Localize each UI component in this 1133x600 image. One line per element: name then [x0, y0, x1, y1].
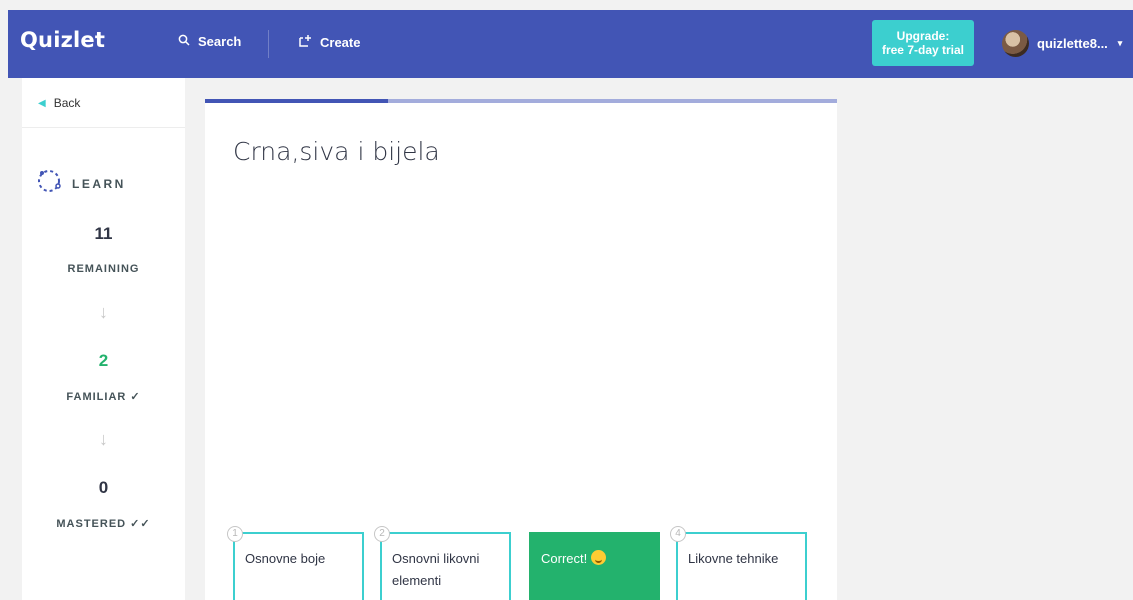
remaining-count: 11: [94, 224, 113, 243]
sidebar-divider: [22, 127, 185, 128]
nav-divider: [268, 30, 269, 58]
avatar: [1002, 30, 1029, 57]
option-text: Correct!: [541, 551, 588, 566]
top-navbar: Quizlet Search Create Upgrade: free 7-da…: [8, 10, 1133, 78]
familiar-count: 2: [98, 351, 109, 370]
create-label: Create: [320, 35, 361, 50]
option-text: Osnovni likovni elementi: [392, 551, 480, 588]
question-card: Crna,siva i bijela 1 Osnovne boje 2 Osno…: [205, 99, 837, 600]
learn-label: LEARN: [72, 176, 126, 191]
mastered-label: MASTERED ✓✓: [56, 518, 151, 530]
user-menu[interactable]: quizlette8... ▾: [1002, 30, 1122, 57]
question-term: Crna,siva i bijela: [233, 137, 440, 166]
smiley-icon: [591, 550, 607, 565]
search-icon: [178, 34, 190, 49]
chevron-down-icon: ▾: [1117, 38, 1123, 48]
learn-icon: [36, 168, 62, 199]
username: quizlette8...: [1037, 36, 1108, 51]
create-button[interactable]: Create: [298, 34, 360, 51]
create-icon: [298, 34, 312, 51]
upgrade-line2: free 7-day trial: [881, 43, 965, 57]
correct-feedback: Correct!: [541, 548, 650, 570]
option-number: 1: [227, 526, 243, 542]
search-button[interactable]: Search: [178, 34, 241, 49]
option-number: 2: [374, 526, 390, 542]
search-label: Search: [198, 34, 242, 49]
answer-option-2[interactable]: 2 Osnovni likovni elementi: [374, 526, 511, 600]
option-text: Likovne tehnike: [688, 551, 779, 566]
mastered-count: 0: [98, 478, 109, 497]
learn-mode-header: LEARN: [36, 168, 126, 199]
back-label: Back: [53, 96, 81, 110]
remaining-label: REMAINING: [67, 263, 140, 275]
quizlet-logo[interactable]: Quizlet: [20, 28, 105, 52]
learn-sidebar: ◀ Back LEARN 11 REMAINING ↓ 2 FAMILIAR ✓…: [22, 78, 185, 600]
back-button[interactable]: ◀ Back: [38, 96, 80, 110]
option-number: 4: [670, 526, 686, 542]
arrow-down-icon: ↓: [99, 429, 108, 449]
answer-option-4[interactable]: 4 Likovne tehnike: [670, 526, 807, 600]
arrow-down-icon: ↓: [99, 302, 108, 322]
familiar-label: FAMILIAR ✓: [66, 391, 141, 403]
upgrade-button[interactable]: Upgrade: free 7-day trial: [872, 20, 974, 66]
answer-option-1[interactable]: 1 Osnovne boje: [227, 526, 364, 600]
upgrade-line1: Upgrade:: [896, 29, 950, 43]
option-text: Osnovne boje: [245, 551, 326, 566]
back-arrow-icon: ◀: [38, 97, 46, 109]
answer-option-3-correct[interactable]: Correct!: [529, 532, 660, 600]
progress-bar: [205, 99, 389, 103]
